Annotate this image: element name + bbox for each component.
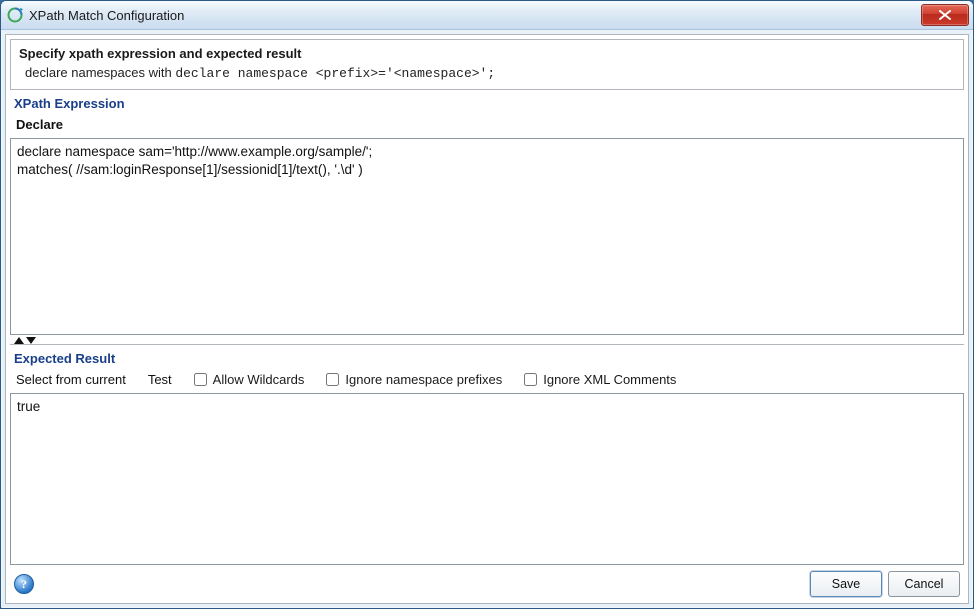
intro-desc-code: declare namespace <prefix>='<namespace>'… <box>175 66 495 81</box>
intro-title: Specify xpath expression and expected re… <box>19 46 955 61</box>
app-icon <box>7 7 23 23</box>
ignore-namespace-checkbox[interactable]: Ignore namespace prefixes <box>326 372 502 387</box>
collapse-up-icon <box>14 337 24 344</box>
result-options-row: Select from current Test Allow Wildcards… <box>10 368 964 393</box>
expected-result-input[interactable]: true <box>10 393 964 565</box>
ignore-comments-input[interactable] <box>524 373 537 386</box>
titlebar[interactable]: XPath Match Configuration <box>1 1 973 30</box>
ignore-namespace-label: Ignore namespace prefixes <box>345 372 502 387</box>
allow-wildcards-checkbox[interactable]: Allow Wildcards <box>194 372 305 387</box>
allow-wildcards-input[interactable] <box>194 373 207 386</box>
expected-result-header: Expected Result <box>10 347 964 368</box>
test-button[interactable]: Test <box>148 372 172 387</box>
dialog-client: Specify xpath expression and expected re… <box>5 34 969 604</box>
help-icon[interactable]: ? <box>14 574 34 594</box>
declare-button[interactable]: Declare <box>10 113 964 138</box>
ignore-namespace-input[interactable] <box>326 373 339 386</box>
intro-desc-prefix: declare namespaces with <box>25 65 175 80</box>
splitter-handle[interactable] <box>10 335 964 344</box>
xpath-section-header: XPath Expression <box>10 92 964 113</box>
close-icon <box>939 10 951 20</box>
ignore-comments-checkbox[interactable]: Ignore XML Comments <box>524 372 676 387</box>
window-title: XPath Match Configuration <box>29 8 921 23</box>
intro-panel: Specify xpath expression and expected re… <box>10 39 964 90</box>
save-button[interactable]: Save <box>810 571 882 597</box>
expected-result-section: Expected Result Select from current Test… <box>10 344 964 599</box>
cancel-button[interactable]: Cancel <box>888 571 960 597</box>
allow-wildcards-label: Allow Wildcards <box>213 372 305 387</box>
dialog-footer: ? Save Cancel <box>10 565 964 599</box>
intro-description: declare namespaces with declare namespac… <box>19 65 955 81</box>
dialog-window: XPath Match Configuration Specify xpath … <box>0 0 974 609</box>
xpath-expression-input[interactable]: declare namespace sam='http://www.exampl… <box>10 138 964 335</box>
close-button[interactable] <box>921 4 969 26</box>
xpath-section: XPath Expression Declare declare namespa… <box>10 92 964 344</box>
ignore-comments-label: Ignore XML Comments <box>543 372 676 387</box>
collapse-down-icon <box>26 337 36 344</box>
select-from-current-button[interactable]: Select from current <box>16 372 126 387</box>
